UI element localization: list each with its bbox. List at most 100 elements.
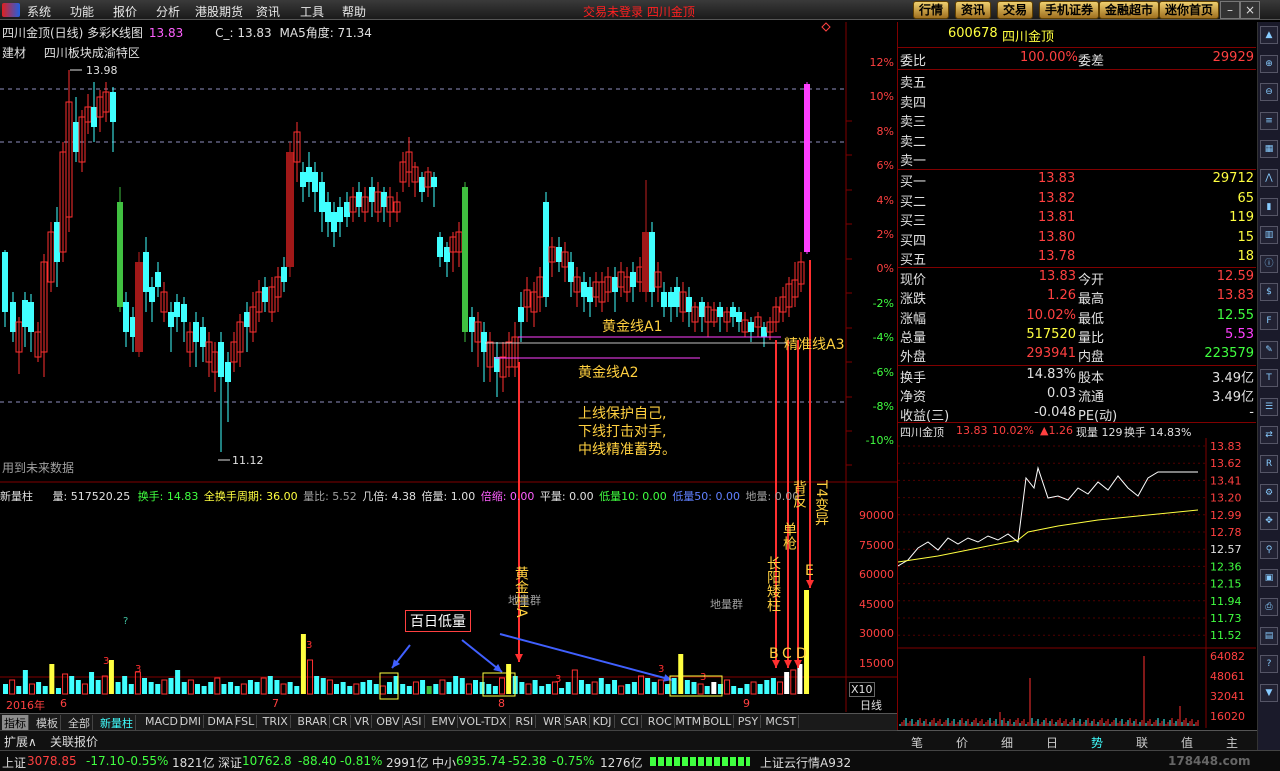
indicator-tab-18[interactable]: SAR [563, 715, 591, 728]
detail-tab-2[interactable]: 细 [1001, 734, 1013, 751]
fund-icon[interactable]: $ [1260, 283, 1278, 302]
indicator-tab-19[interactable]: KDJ [591, 715, 615, 728]
candle-128 [804, 84, 810, 252]
mobile-button[interactable]: 手机证券 [1039, 1, 1100, 19]
region-label[interactable]: 四川板块成渝特区 [44, 46, 140, 60]
stat-row-1: 涨跌 1.26 最高 13.83 [898, 288, 1256, 307]
grid-icon[interactable]: ▦ [1260, 140, 1278, 159]
rsi-icon[interactable]: R [1260, 455, 1278, 473]
zoom-out-icon[interactable]: ⊖ [1260, 83, 1278, 102]
indicator-tab-17[interactable]: WR [541, 715, 565, 728]
zx-label[interactable]: 中小 [432, 754, 456, 771]
vol-bar-51 [340, 682, 346, 694]
vol-bar-115 [764, 680, 770, 694]
pen-icon[interactable]: ✎ [1260, 340, 1278, 359]
period-label[interactable]: 日线 [860, 697, 882, 713]
indicator-tab-16[interactable]: RSI [513, 715, 537, 728]
indicator-tab-20[interactable]: CCI [618, 715, 642, 728]
indicator-tab-25[interactable]: MCST [763, 715, 800, 728]
detail-tab-4[interactable]: 势 [1091, 734, 1103, 751]
scroll-up-icon[interactable]: ▲ [1260, 26, 1278, 44]
minimize-icon[interactable]: – [1220, 1, 1240, 19]
detail-tab-5[interactable]: 联 [1136, 734, 1148, 751]
zx-amount: 1276亿 [600, 756, 643, 770]
indicator-tab-8[interactable]: TRIX [261, 715, 291, 728]
scroll-down-icon[interactable]: ▼ [1260, 683, 1278, 702]
kline-icon[interactable]: ▥ [1260, 226, 1278, 245]
detail-tab-6[interactable]: 值 [1181, 734, 1193, 751]
expand-tab[interactable]: 扩展∧ [4, 733, 37, 750]
indicator-tab-24[interactable]: PSY [736, 715, 762, 728]
mini-home-button[interactable]: 迷你首页 [1159, 1, 1220, 19]
buy-label: 买四 [900, 233, 927, 249]
indicator-tab-4[interactable]: MACD [143, 715, 181, 728]
indicator-tab-15[interactable]: VOL-TDX [457, 715, 510, 728]
indicator-tab-12[interactable]: OBV [374, 715, 403, 728]
sz-label[interactable]: 深证 [218, 754, 242, 771]
vol-bar-25 [168, 678, 174, 694]
b-label: B [769, 646, 779, 662]
zoom-in-icon[interactable]: ⊕ [1260, 54, 1278, 73]
menu-system[interactable]: 系统 [27, 3, 51, 20]
detail-tab-0[interactable]: 笔 [911, 734, 923, 751]
indicator-tab-23[interactable]: BOLL [701, 715, 735, 728]
sh-label[interactable]: 上证 [2, 754, 26, 771]
detail-tab-7[interactable]: 主 [1226, 734, 1238, 751]
indicator-tab-0[interactable]: 指标 [2, 715, 29, 731]
gear-icon[interactable]: ⚙ [1260, 483, 1278, 502]
print-icon[interactable]: ⎙ [1260, 598, 1278, 616]
magnet-icon[interactable]: ⚲ [1260, 540, 1278, 559]
calendar-icon[interactable]: ▣ [1260, 569, 1278, 588]
info-icon[interactable]: ⓘ [1260, 254, 1278, 273]
layers-icon[interactable]: ☰ [1260, 397, 1278, 416]
indicator-tab-5[interactable]: DMI [178, 715, 205, 728]
vol-bar-43 [287, 682, 293, 694]
menu-news[interactable]: 资讯 [256, 3, 280, 20]
app-logo-icon[interactable] [2, 3, 20, 17]
sh-change: -17.10 [86, 754, 125, 768]
menu-function[interactable]: 功能 [70, 3, 94, 20]
indicator-tab-7[interactable]: FSL [233, 715, 258, 728]
cloud-status[interactable]: 上证云行情A932 [760, 754, 851, 771]
close-icon[interactable]: × [1240, 1, 1260, 19]
trade-button[interactable]: 交易 [997, 1, 1034, 19]
chart-icon[interactable]: ⋀ [1260, 169, 1278, 187]
vol-bar-82 [545, 684, 551, 694]
related-quote-tab[interactable]: 关联报价 [50, 733, 98, 750]
indicator-tab-14[interactable]: EMV [429, 715, 459, 728]
detail-tab-1[interactable]: 价 [956, 734, 968, 751]
detail-tab-3[interactable]: 日 [1046, 734, 1058, 751]
indicator-tab-6[interactable]: DMA [205, 715, 236, 728]
indicator-tab-11[interactable]: VR [352, 715, 373, 728]
candle-69 [437, 237, 443, 257]
indicator-tab-1[interactable]: 模板 [34, 715, 61, 731]
indicator-tab-22[interactable]: MTM [673, 715, 705, 728]
indicator-tab-10[interactable]: CR [330, 715, 351, 728]
indicator-tab-3[interactable]: 新量柱 [98, 715, 136, 731]
kline-chart[interactable]: 3 3 3 3 3 3? [0, 22, 897, 712]
indicator-tab-13[interactable]: ASI [402, 715, 425, 728]
intraday-chart[interactable]: 13.83 13.62 13.41 13.20 12.99 12.78 12.57 12.36… [898, 438, 1256, 728]
menu-tools[interactable]: 工具 [300, 3, 324, 20]
quote-button[interactable]: 行情 [913, 1, 950, 19]
save-icon[interactable]: ▤ [1260, 626, 1278, 645]
sector-label[interactable]: 建材 [2, 46, 26, 60]
menu-analysis[interactable]: 分析 [156, 3, 180, 20]
help-icon[interactable]: ? [1260, 655, 1278, 674]
list-icon[interactable]: ≡ [1260, 111, 1278, 130]
move-icon[interactable]: ✥ [1260, 512, 1278, 531]
indicator-tab-9[interactable]: BRAR [295, 715, 331, 728]
f10-icon[interactable]: F [1260, 312, 1278, 330]
indicator-tab-2[interactable]: 全部 [66, 715, 93, 731]
text-icon[interactable]: T [1260, 369, 1278, 388]
question-mark: ? [123, 616, 128, 627]
indicator-tab-21[interactable]: ROC [646, 715, 675, 728]
menu-help[interactable]: 帮助 [342, 3, 366, 20]
menu-quote[interactable]: 报价 [113, 3, 137, 20]
news-button[interactable]: 资讯 [955, 1, 992, 19]
bar-chart-icon[interactable]: ▮ [1260, 197, 1278, 216]
compare-icon[interactable]: ⇄ [1260, 426, 1278, 445]
finance-market-button[interactable]: 金融超市 [1099, 1, 1160, 19]
menu-hk-futures[interactable]: 港股期货 [195, 3, 243, 20]
window-title: 交易未登录 四川金顶 [583, 5, 695, 19]
